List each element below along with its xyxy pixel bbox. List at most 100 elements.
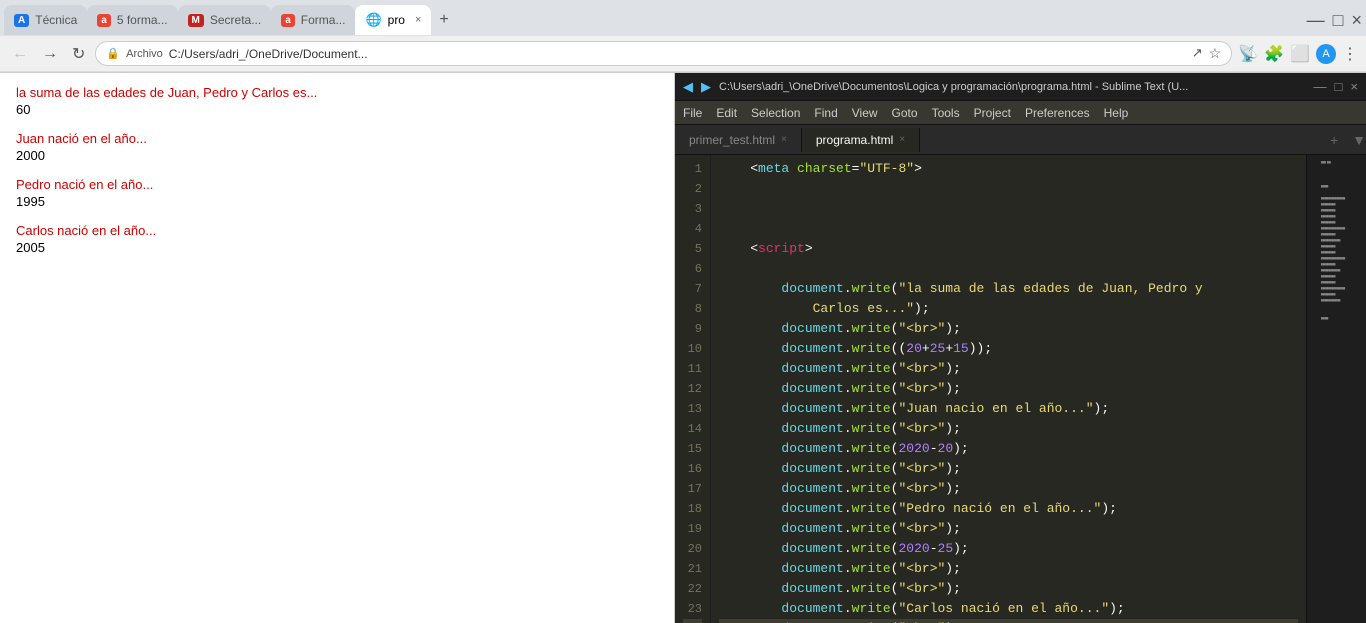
- line-num-20: 20: [683, 539, 702, 559]
- editor-nav-right[interactable]: ▶: [701, 79, 711, 95]
- editor-title-path: C:\Users\adri_\OneDrive\Documentos\Logic…: [719, 81, 1306, 93]
- minimize-icon[interactable]: —: [1307, 10, 1325, 31]
- line-num-14: 14: [683, 419, 702, 439]
- tab-label-5forma: 5 forma...: [117, 13, 168, 27]
- text-suma-value: 60: [16, 102, 658, 117]
- editor-tab-primer-label: primer_test.html: [689, 133, 775, 147]
- close-icon[interactable]: ×: [1351, 10, 1362, 31]
- menu-view[interactable]: View: [852, 106, 878, 120]
- tab-secreta[interactable]: M Secreta...: [178, 5, 272, 35]
- tab-forma[interactable]: a Forma...: [271, 5, 355, 35]
- tab-favicon-tecnica: A: [14, 14, 29, 27]
- menu-help[interactable]: Help: [1104, 106, 1129, 120]
- line-num-12: 12: [683, 379, 702, 399]
- editor-tabs-add-button[interactable]: +: [1320, 128, 1348, 152]
- text-pedro-value: 1995: [16, 194, 658, 209]
- menu-icon[interactable]: ⋮: [1342, 44, 1358, 64]
- code-line-1: <meta charset="UTF-8">: [719, 159, 1298, 179]
- menu-tools[interactable]: Tools: [932, 106, 960, 120]
- address-lock-icon: 🔒: [106, 47, 120, 60]
- tab-favicon-5forma: a: [97, 14, 111, 27]
- editor-tabs-arrow[interactable]: ▼: [1352, 132, 1366, 148]
- editor-tab-primer[interactable]: primer_test.html ×: [675, 128, 802, 152]
- text-suma-label: la suma de las edades de Juan, Pedro y C…: [16, 85, 658, 100]
- code-line-24: document.write("<br>");: [719, 619, 1298, 623]
- code-line-18: document.write("Pedro nació en el año...…: [719, 499, 1298, 519]
- line-num-15: 15: [683, 439, 702, 459]
- editor-body[interactable]: 1 2 3 4 5 6 7 8 9 10 11 12 13 14 15 16 1…: [675, 155, 1366, 623]
- menu-file[interactable]: File: [683, 106, 702, 120]
- minimap-content: ████ ███ ██████ ████████████████████ ███…: [1307, 155, 1366, 328]
- tab-pro[interactable]: 🌐 pro ×: [355, 5, 431, 35]
- nav-extra-icons: 📡 🧩 ⬜ A ⋮: [1238, 44, 1358, 64]
- code-line-14: document.write("<br>");: [719, 419, 1298, 439]
- window-controls: — □ ×: [1307, 10, 1362, 31]
- editor-menubar: File Edit Selection Find View Goto Tools…: [675, 101, 1366, 125]
- cast-icon[interactable]: 📡: [1238, 44, 1258, 64]
- line-num-11: 11: [683, 359, 702, 379]
- editor-close-icon[interactable]: ×: [1350, 79, 1358, 94]
- line-num-2: 2: [683, 179, 702, 199]
- line-num-7: 7: [683, 279, 702, 299]
- tab-5forma[interactable]: a 5 forma...: [87, 5, 177, 35]
- line-num-9: 9: [683, 319, 702, 339]
- tab-label-secreta: Secreta...: [210, 13, 261, 27]
- forward-button[interactable]: →: [38, 43, 62, 65]
- share-icon[interactable]: ↗: [1192, 45, 1203, 62]
- tab-label-tecnica: Técnica: [35, 13, 77, 27]
- maximize-icon[interactable]: □: [1333, 10, 1344, 31]
- code-line-16: document.write("<br>");: [719, 459, 1298, 479]
- split-icon[interactable]: ⬜: [1290, 44, 1310, 64]
- code-line-2: [719, 179, 1298, 199]
- editor-tab-programa[interactable]: programa.html ×: [802, 128, 920, 152]
- tab-favicon-forma: a: [281, 14, 295, 27]
- line-num-21: 21: [683, 559, 702, 579]
- section-pedro: Pedro nació en el año... 1995: [16, 177, 658, 209]
- browser-chrome: A Técnica a 5 forma... M Secreta... a Fo…: [0, 0, 1366, 73]
- line-num-10: 10: [683, 339, 702, 359]
- code-area[interactable]: <meta charset="UTF-8"> <script> document…: [711, 155, 1306, 623]
- code-line-15: document.write(2020-20);: [719, 439, 1298, 459]
- menu-preferences[interactable]: Preferences: [1025, 106, 1090, 120]
- text-juan-value: 2000: [16, 148, 658, 163]
- split-view: la suma de las edades de Juan, Pedro y C…: [0, 73, 1366, 623]
- line-num-24: 24: [683, 619, 702, 623]
- editor-maximize-icon[interactable]: □: [1335, 79, 1343, 94]
- line-num-4: 4: [683, 219, 702, 239]
- editor-minimize-icon[interactable]: —: [1314, 79, 1327, 94]
- code-line-5: <script>: [719, 239, 1298, 259]
- line-num-18: 18: [683, 499, 702, 519]
- menu-selection[interactable]: Selection: [751, 106, 800, 120]
- section-juan: Juan nació en el año... 2000: [16, 131, 658, 163]
- line-num-6: 6: [683, 259, 702, 279]
- extension-icon[interactable]: 🧩: [1264, 44, 1284, 64]
- address-bar[interactable]: 🔒 Archivo C:/Users/adri_/OneDrive/Docume…: [95, 41, 1232, 66]
- editor-tab-primer-close[interactable]: ×: [781, 134, 787, 145]
- menu-edit[interactable]: Edit: [716, 106, 737, 120]
- code-line-7: document.write("la suma de las edades de…: [719, 279, 1298, 299]
- editor-tab-programa-close[interactable]: ×: [899, 134, 905, 145]
- address-archivo-label: Archivo: [126, 48, 163, 60]
- line-num-23: 23: [683, 599, 702, 619]
- code-line-10: document.write((20+25+15));: [719, 339, 1298, 359]
- tab-bar: A Técnica a 5 forma... M Secreta... a Fo…: [0, 0, 1366, 36]
- code-line-20: document.write(2020-25);: [719, 539, 1298, 559]
- menu-goto[interactable]: Goto: [892, 106, 918, 120]
- line-numbers: 1 2 3 4 5 6 7 8 9 10 11 12 13 14 15 16 1…: [675, 155, 711, 623]
- editor-nav-left[interactable]: ◀: [683, 79, 693, 95]
- code-line-22: document.write("<br>");: [719, 579, 1298, 599]
- menu-find[interactable]: Find: [814, 106, 837, 120]
- editor-tabs: primer_test.html × programa.html × + ▼: [675, 125, 1366, 155]
- profile-icon[interactable]: A: [1316, 44, 1336, 64]
- text-carlos-label: Carlos nació en el año...: [16, 223, 658, 238]
- tab-label-forma: Forma...: [301, 13, 346, 27]
- menu-project[interactable]: Project: [974, 106, 1011, 120]
- tab-close-pro[interactable]: ×: [415, 14, 421, 26]
- back-button[interactable]: ←: [8, 43, 32, 65]
- tab-favicon-secreta: M: [188, 14, 204, 27]
- sublime-editor: ◀ ▶ C:\Users\adri_\OneDrive\Documentos\L…: [675, 73, 1366, 623]
- tab-tecnica[interactable]: A Técnica: [4, 5, 87, 35]
- new-tab-button[interactable]: +: [431, 7, 456, 33]
- bookmark-icon[interactable]: ☆: [1209, 45, 1222, 62]
- reload-button[interactable]: ↻: [68, 42, 89, 66]
